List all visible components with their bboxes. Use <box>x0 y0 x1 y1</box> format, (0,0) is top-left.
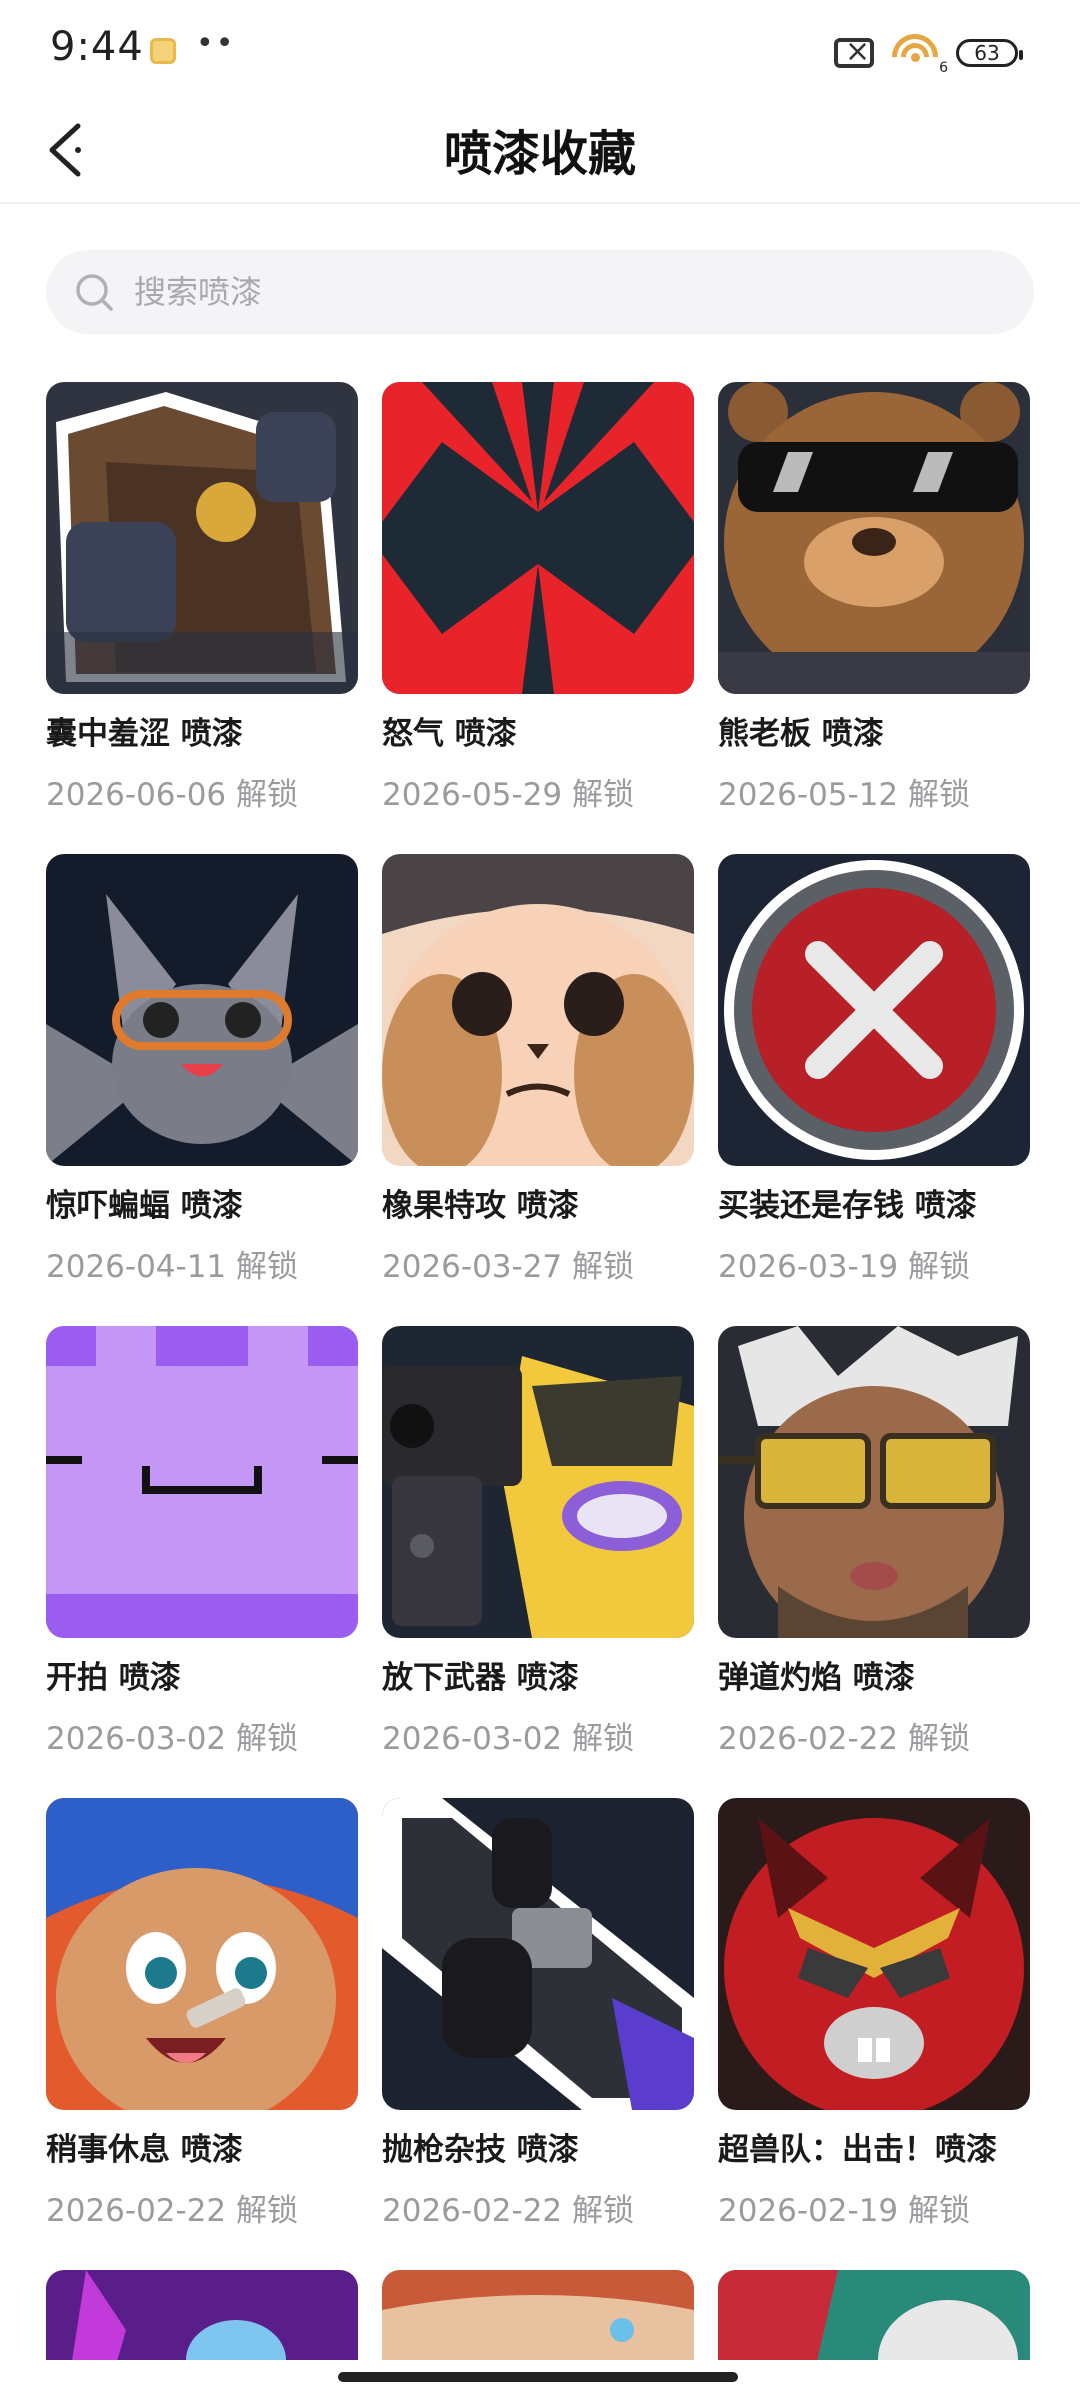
spray-unlock-date: 2026-06-06 解锁 <box>46 777 299 813</box>
no-sim-icon <box>834 34 874 69</box>
spray-card[interactable]: 惊吓蝙蝠 喷漆 2026-04-11 解锁 <box>46 854 358 1326</box>
search-icon <box>76 274 113 311</box>
spray-card[interactable]: 弹道灼焰 喷漆 2026-02-22 解锁 <box>718 1326 1030 1798</box>
battery-icon: 63 <box>956 39 1023 67</box>
spray-card[interactable]: 放下武器 喷漆 2026-03-02 解锁 <box>382 1326 694 1798</box>
status-bar: 9:44 •• 6 63 <box>0 0 1080 100</box>
spray-title: 开拍 喷漆 <box>46 1660 181 1696</box>
spray-title: 弹道灼焰 喷漆 <box>718 1660 915 1696</box>
spray-title: 抛枪杂技 喷漆 <box>382 2132 579 2168</box>
spray-unlock-date: 2026-02-19 解锁 <box>718 2193 971 2229</box>
spray-card[interactable]: 囊中羞涩 喷漆 2026-06-06 解锁 <box>46 382 358 854</box>
spray-thumbnail <box>46 382 358 694</box>
spray-unlock-date: 2026-03-19 解锁 <box>718 1249 971 1285</box>
page-title: 喷漆收藏 <box>443 126 636 182</box>
spray-unlock-date: 2026-05-12 解锁 <box>718 777 971 813</box>
spray-card[interactable]: 抛枪杂技 喷漆 2026-02-22 解锁 <box>382 1798 694 2270</box>
spray-thumbnail[interactable] <box>46 2270 358 2360</box>
spray-card[interactable]: 开拍 喷漆 2026-03-02 解锁 <box>46 1326 358 1798</box>
spray-title: 买装还是存钱 喷漆 <box>718 1188 977 1224</box>
search-bar[interactable] <box>46 250 1034 334</box>
spray-title: 稍事休息 喷漆 <box>46 2132 243 2168</box>
spray-thumbnail <box>382 1326 694 1638</box>
spray-card[interactable]: 熊老板 喷漆 2026-05-12 解锁 <box>718 382 1030 854</box>
spray-title: 橡果特攻 喷漆 <box>382 1188 579 1224</box>
spray-card[interactable]: 怒气 喷漆 2026-05-29 解锁 <box>382 382 694 854</box>
spray-unlock-date: 2026-04-11 解锁 <box>46 1249 299 1285</box>
spray-unlock-date: 2026-05-29 解锁 <box>382 777 635 813</box>
spray-thumbnail <box>718 1326 1030 1638</box>
status-time: 9:44 <box>50 24 144 70</box>
spray-thumbnail <box>46 1798 358 2110</box>
spray-thumbnail <box>46 1326 358 1638</box>
spray-card[interactable]: 买装还是存钱 喷漆 2026-03-19 解锁 <box>718 854 1030 1326</box>
spray-thumbnail <box>718 854 1030 1166</box>
spray-unlock-date: 2026-02-22 解锁 <box>46 2193 299 2229</box>
spray-unlock-date: 2026-03-27 解锁 <box>382 1249 635 1285</box>
spray-unlock-date: 2026-03-02 解锁 <box>46 1721 299 1757</box>
spray-unlock-date: 2026-03-02 解锁 <box>382 1721 635 1757</box>
spray-grid-next-row <box>46 2270 1036 2360</box>
spray-thumbnail <box>382 1798 694 2110</box>
spray-title: 囊中羞涩 喷漆 <box>46 716 243 752</box>
spray-title: 怒气 喷漆 <box>382 716 517 752</box>
search-input[interactable] <box>134 273 1034 311</box>
app-header: 喷漆收藏 <box>0 100 1080 204</box>
spray-grid: 囊中羞涩 喷漆 2026-06-06 解锁 怒气 喷漆 2026-05-29 解… <box>46 382 1036 2270</box>
spray-thumbnail <box>718 382 1030 694</box>
spray-thumbnail <box>382 854 694 1166</box>
home-indicator[interactable] <box>338 2372 738 2382</box>
spray-thumbnail <box>718 1798 1030 2110</box>
spray-unlock-date: 2026-02-22 解锁 <box>718 1721 971 1757</box>
spray-thumbnail <box>46 854 358 1166</box>
spray-title: 放下武器 喷漆 <box>382 1660 579 1696</box>
spray-title: 超兽队：出击！喷漆 <box>718 2132 997 2168</box>
spray-card[interactable]: 超兽队：出击！喷漆 2026-02-19 解锁 <box>718 1798 1030 2270</box>
app-notification-icon <box>150 38 176 64</box>
spray-unlock-date: 2026-02-22 解锁 <box>382 2193 635 2229</box>
spray-thumbnail[interactable] <box>718 2270 1030 2360</box>
spray-card[interactable]: 橡果特攻 喷漆 2026-03-27 解锁 <box>382 854 694 1326</box>
more-notifications-icon: •• <box>196 26 236 61</box>
spray-title: 熊老板 喷漆 <box>718 716 884 752</box>
wifi-icon: 6 <box>882 24 948 90</box>
spray-thumbnail <box>382 382 694 694</box>
spray-card[interactable]: 稍事休息 喷漆 2026-02-22 解锁 <box>46 1798 358 2270</box>
spray-title: 惊吓蝙蝠 喷漆 <box>46 1188 243 1224</box>
spray-thumbnail[interactable] <box>382 2270 694 2360</box>
